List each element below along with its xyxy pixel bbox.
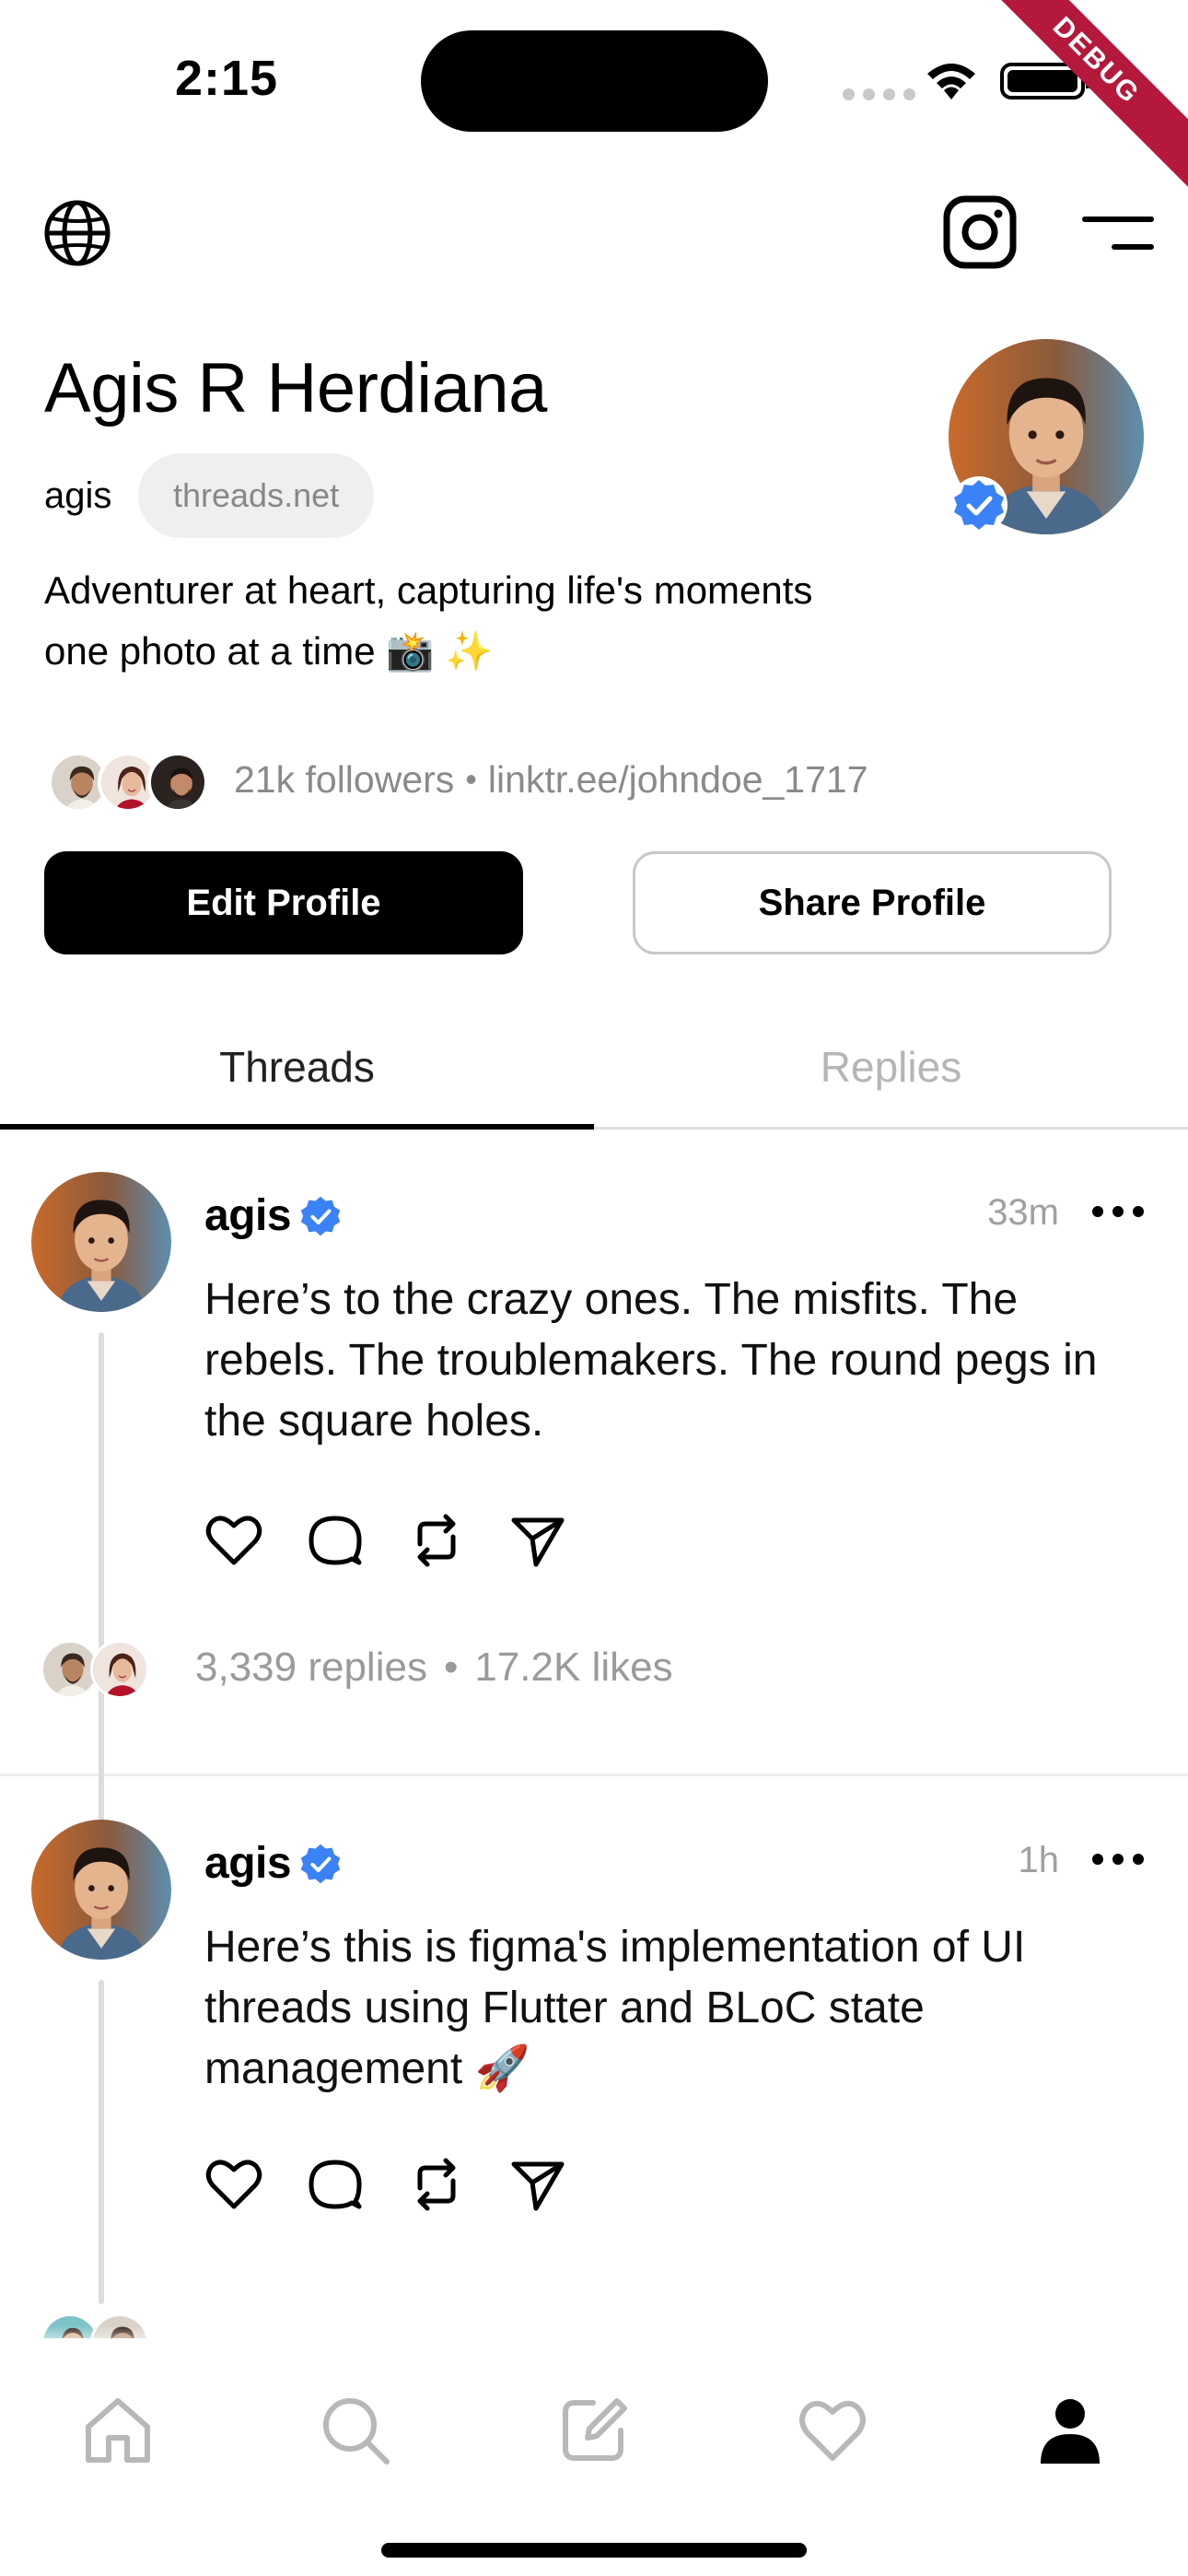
post-actions (204, 2155, 567, 2214)
followers-row[interactable]: 21k followers • linktr.ee/johndoe_1717 (48, 743, 868, 816)
post-text-line: management 🚀 (204, 2044, 530, 2093)
share-icon[interactable] (508, 1511, 567, 1570)
heart-icon[interactable] (796, 2394, 869, 2467)
status-bar: 2:15 DEBUG (0, 0, 1188, 189)
share-profile-button[interactable]: Share Profile (633, 851, 1112, 954)
post-actions (204, 1511, 567, 1570)
post-text-line: Here’s to the crazy ones. The misfits. T… (204, 1275, 1019, 1324)
followers-count[interactable]: 21k followers (234, 758, 454, 802)
status-time: 2:15 (175, 51, 279, 106)
menu-icon[interactable] (1081, 210, 1155, 256)
reply-icon[interactable] (306, 2155, 365, 2214)
wifi-icon (927, 64, 975, 100)
post-timestamp: 33m (987, 1192, 1059, 1233)
likes-count[interactable]: 17.2K likes (474, 1645, 672, 1691)
profile-link[interactable]: linktr.ee/johndoe_1717 (488, 758, 868, 802)
cellular-signal-icon (843, 88, 915, 100)
bio-line: one photo at a time 📸 ✨ (44, 629, 494, 673)
profile-bio: Adventurer at heart, capturing life's mo… (44, 560, 919, 682)
profile-icon[interactable] (1033, 2394, 1107, 2467)
replier-avatar (90, 1640, 149, 1699)
repost-icon[interactable] (407, 2155, 466, 2214)
dynamic-island (421, 30, 768, 132)
verified-badge-icon (300, 1844, 341, 1884)
bottom-navigation (0, 2338, 1188, 2576)
post-avatar[interactable] (31, 1820, 171, 1960)
follower-avatar (147, 752, 208, 813)
edit-profile-button[interactable]: Edit Profile (44, 851, 523, 954)
profile-username: agis (44, 475, 112, 516)
separator-dot: • (465, 760, 477, 798)
thread-line (99, 1980, 104, 2304)
verified-badge-icon (950, 476, 1007, 533)
replies-count[interactable]: 3,339 replies (195, 1645, 427, 1691)
thread-post[interactable]: agis 1h Here’s this is figma's implement… (0, 1779, 1188, 2372)
bio-line: Adventurer at heart, capturing life's mo… (44, 568, 813, 612)
thread-post[interactable]: agis 33m Here’s to the crazy ones. The m… (0, 1131, 1188, 1835)
post-avatar[interactable] (31, 1172, 171, 1312)
more-options-icon[interactable] (1092, 1198, 1144, 1225)
post-text-line: rebels. The troublemakers. The round peg… (204, 1336, 1098, 1385)
replier-avatars (41, 1634, 169, 1701)
share-icon[interactable] (508, 2155, 567, 2214)
tab-replies[interactable]: Replies (594, 1004, 1188, 1130)
follower-avatars (48, 744, 223, 814)
compose-icon[interactable] (556, 2394, 630, 2467)
home-indicator (381, 2543, 807, 2558)
post-username[interactable]: agis (204, 1838, 292, 1889)
post-text-line: the square holes. (204, 1397, 544, 1446)
like-icon[interactable] (204, 2155, 263, 2214)
globe-icon[interactable] (42, 198, 112, 268)
verified-badge-icon (300, 1196, 341, 1236)
profile-name: Agis R Herdiana (44, 349, 547, 427)
search-icon[interactable] (319, 2394, 392, 2467)
post-username[interactable]: agis (204, 1190, 292, 1241)
separator-dot: • (443, 1645, 459, 1690)
domain-badge[interactable]: threads.net (138, 453, 375, 538)
tab-threads[interactable]: Threads (0, 1004, 594, 1130)
instagram-icon[interactable] (943, 195, 1017, 269)
post-text-line: Here’s this is figma's implementation of… (204, 1923, 1026, 1972)
post-timestamp: 1h (1018, 1840, 1060, 1880)
thread-line (99, 1332, 104, 1835)
reply-icon[interactable] (306, 1511, 365, 1570)
more-options-icon[interactable] (1092, 1845, 1144, 1873)
post-stats: 3,339 replies • 17.2K likes (41, 1631, 673, 1704)
post-text: Here’s to the crazy ones. The misfits. T… (204, 1270, 1144, 1452)
home-icon[interactable] (81, 2394, 155, 2467)
profile-tabs: Threads Replies (0, 1004, 1188, 1130)
repost-icon[interactable] (407, 1511, 466, 1570)
like-icon[interactable] (204, 1511, 263, 1570)
post-text-line: threads using Flutter and BLoC state (204, 1984, 925, 2032)
tab-indicator (0, 1124, 594, 1130)
post-text: Here’s this is figma's implementation of… (204, 1917, 1144, 2100)
